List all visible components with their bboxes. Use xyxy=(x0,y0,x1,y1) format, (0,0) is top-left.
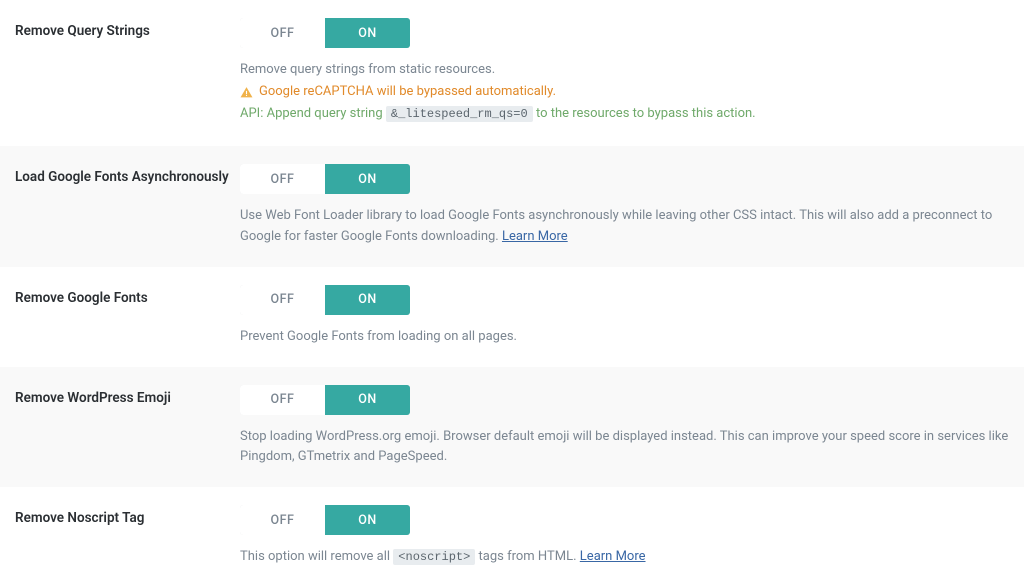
toggle-off-button[interactable]: OFF xyxy=(240,385,325,415)
learn-more-link[interactable]: Learn More xyxy=(580,549,646,564)
toggle-switch: OFF ON xyxy=(240,18,410,48)
description-text: Remove query strings from static resourc… xyxy=(240,60,1009,80)
api-prefix: API: Append query string xyxy=(240,106,386,121)
toggle-off-button[interactable]: OFF xyxy=(240,164,325,194)
toggle-switch: OFF ON xyxy=(240,285,410,315)
setting-label: Remove Google Fonts xyxy=(15,289,240,307)
learn-more-link[interactable]: Learn More xyxy=(502,229,568,244)
setting-label-col: Remove WordPress Emoji xyxy=(15,385,240,467)
setting-content: OFF ON Use Web Font Loader library to lo… xyxy=(240,164,1009,246)
toggle-switch: OFF ON xyxy=(240,164,410,194)
description-prefix: This option will remove all xyxy=(240,549,393,564)
description-text: Use Web Font Loader library to load Goog… xyxy=(240,208,992,243)
setting-description: Remove query strings from static resourc… xyxy=(240,60,1009,124)
setting-row-load-google-fonts-async: Load Google Fonts Asynchronously OFF ON … xyxy=(0,146,1024,266)
toggle-off-button[interactable]: OFF xyxy=(240,505,325,535)
setting-row-remove-noscript: Remove Noscript Tag OFF ON This option w… xyxy=(0,487,1024,587)
description-suffix: tags from HTML. xyxy=(475,549,579,564)
setting-description: Use Web Font Loader library to load Goog… xyxy=(240,206,1009,246)
api-code: &_litespeed_rm_qs=0 xyxy=(386,106,533,122)
setting-description: Stop loading WordPress.org emoji. Browse… xyxy=(240,427,1009,467)
setting-row-remove-query-strings: Remove Query Strings OFF ON Remove query… xyxy=(0,0,1024,146)
setting-label-col: Remove Google Fonts xyxy=(15,285,240,347)
toggle-switch: OFF ON xyxy=(240,505,410,535)
toggle-on-button[interactable]: ON xyxy=(325,164,410,194)
setting-label: Load Google Fonts Asynchronously xyxy=(15,168,240,186)
toggle-off-button[interactable]: OFF xyxy=(240,18,325,48)
setting-row-remove-google-fonts: Remove Google Fonts OFF ON Prevent Googl… xyxy=(0,267,1024,367)
setting-label-col: Remove Noscript Tag xyxy=(15,505,240,567)
setting-description: Prevent Google Fonts from loading on all… xyxy=(240,327,1009,347)
setting-label: Remove Noscript Tag xyxy=(15,509,240,527)
setting-label: Remove Query Strings xyxy=(15,22,240,40)
toggle-on-button[interactable]: ON xyxy=(325,18,410,48)
setting-content: OFF ON This option will remove all <nosc… xyxy=(240,505,1009,567)
toggle-on-button[interactable]: ON xyxy=(325,505,410,535)
toggle-switch: OFF ON xyxy=(240,385,410,415)
setting-row-remove-wp-emoji: Remove WordPress Emoji OFF ON Stop loadi… xyxy=(0,367,1024,487)
setting-content: OFF ON Stop loading WordPress.org emoji.… xyxy=(240,385,1009,467)
setting-label-col: Remove Query Strings xyxy=(15,18,240,126)
setting-label-col: Load Google Fonts Asynchronously xyxy=(15,164,240,246)
setting-content: OFF ON Prevent Google Fonts from loading… xyxy=(240,285,1009,347)
setting-label: Remove WordPress Emoji xyxy=(15,389,240,407)
toggle-on-button[interactable]: ON xyxy=(325,285,410,315)
api-line: API: Append query string &_litespeed_rm_… xyxy=(240,104,1009,124)
setting-description: This option will remove all <noscript> t… xyxy=(240,547,1009,567)
api-suffix: to the resources to bypass this action. xyxy=(533,106,756,121)
setting-content: OFF ON Remove query strings from static … xyxy=(240,18,1009,126)
noscript-code: <noscript> xyxy=(393,549,475,565)
warning-icon xyxy=(240,86,253,99)
toggle-off-button[interactable]: OFF xyxy=(240,285,325,315)
toggle-on-button[interactable]: ON xyxy=(325,385,410,415)
warning-text: Google reCAPTCHA will be bypassed automa… xyxy=(259,82,556,102)
warning-line: Google reCAPTCHA will be bypassed automa… xyxy=(240,82,1009,102)
